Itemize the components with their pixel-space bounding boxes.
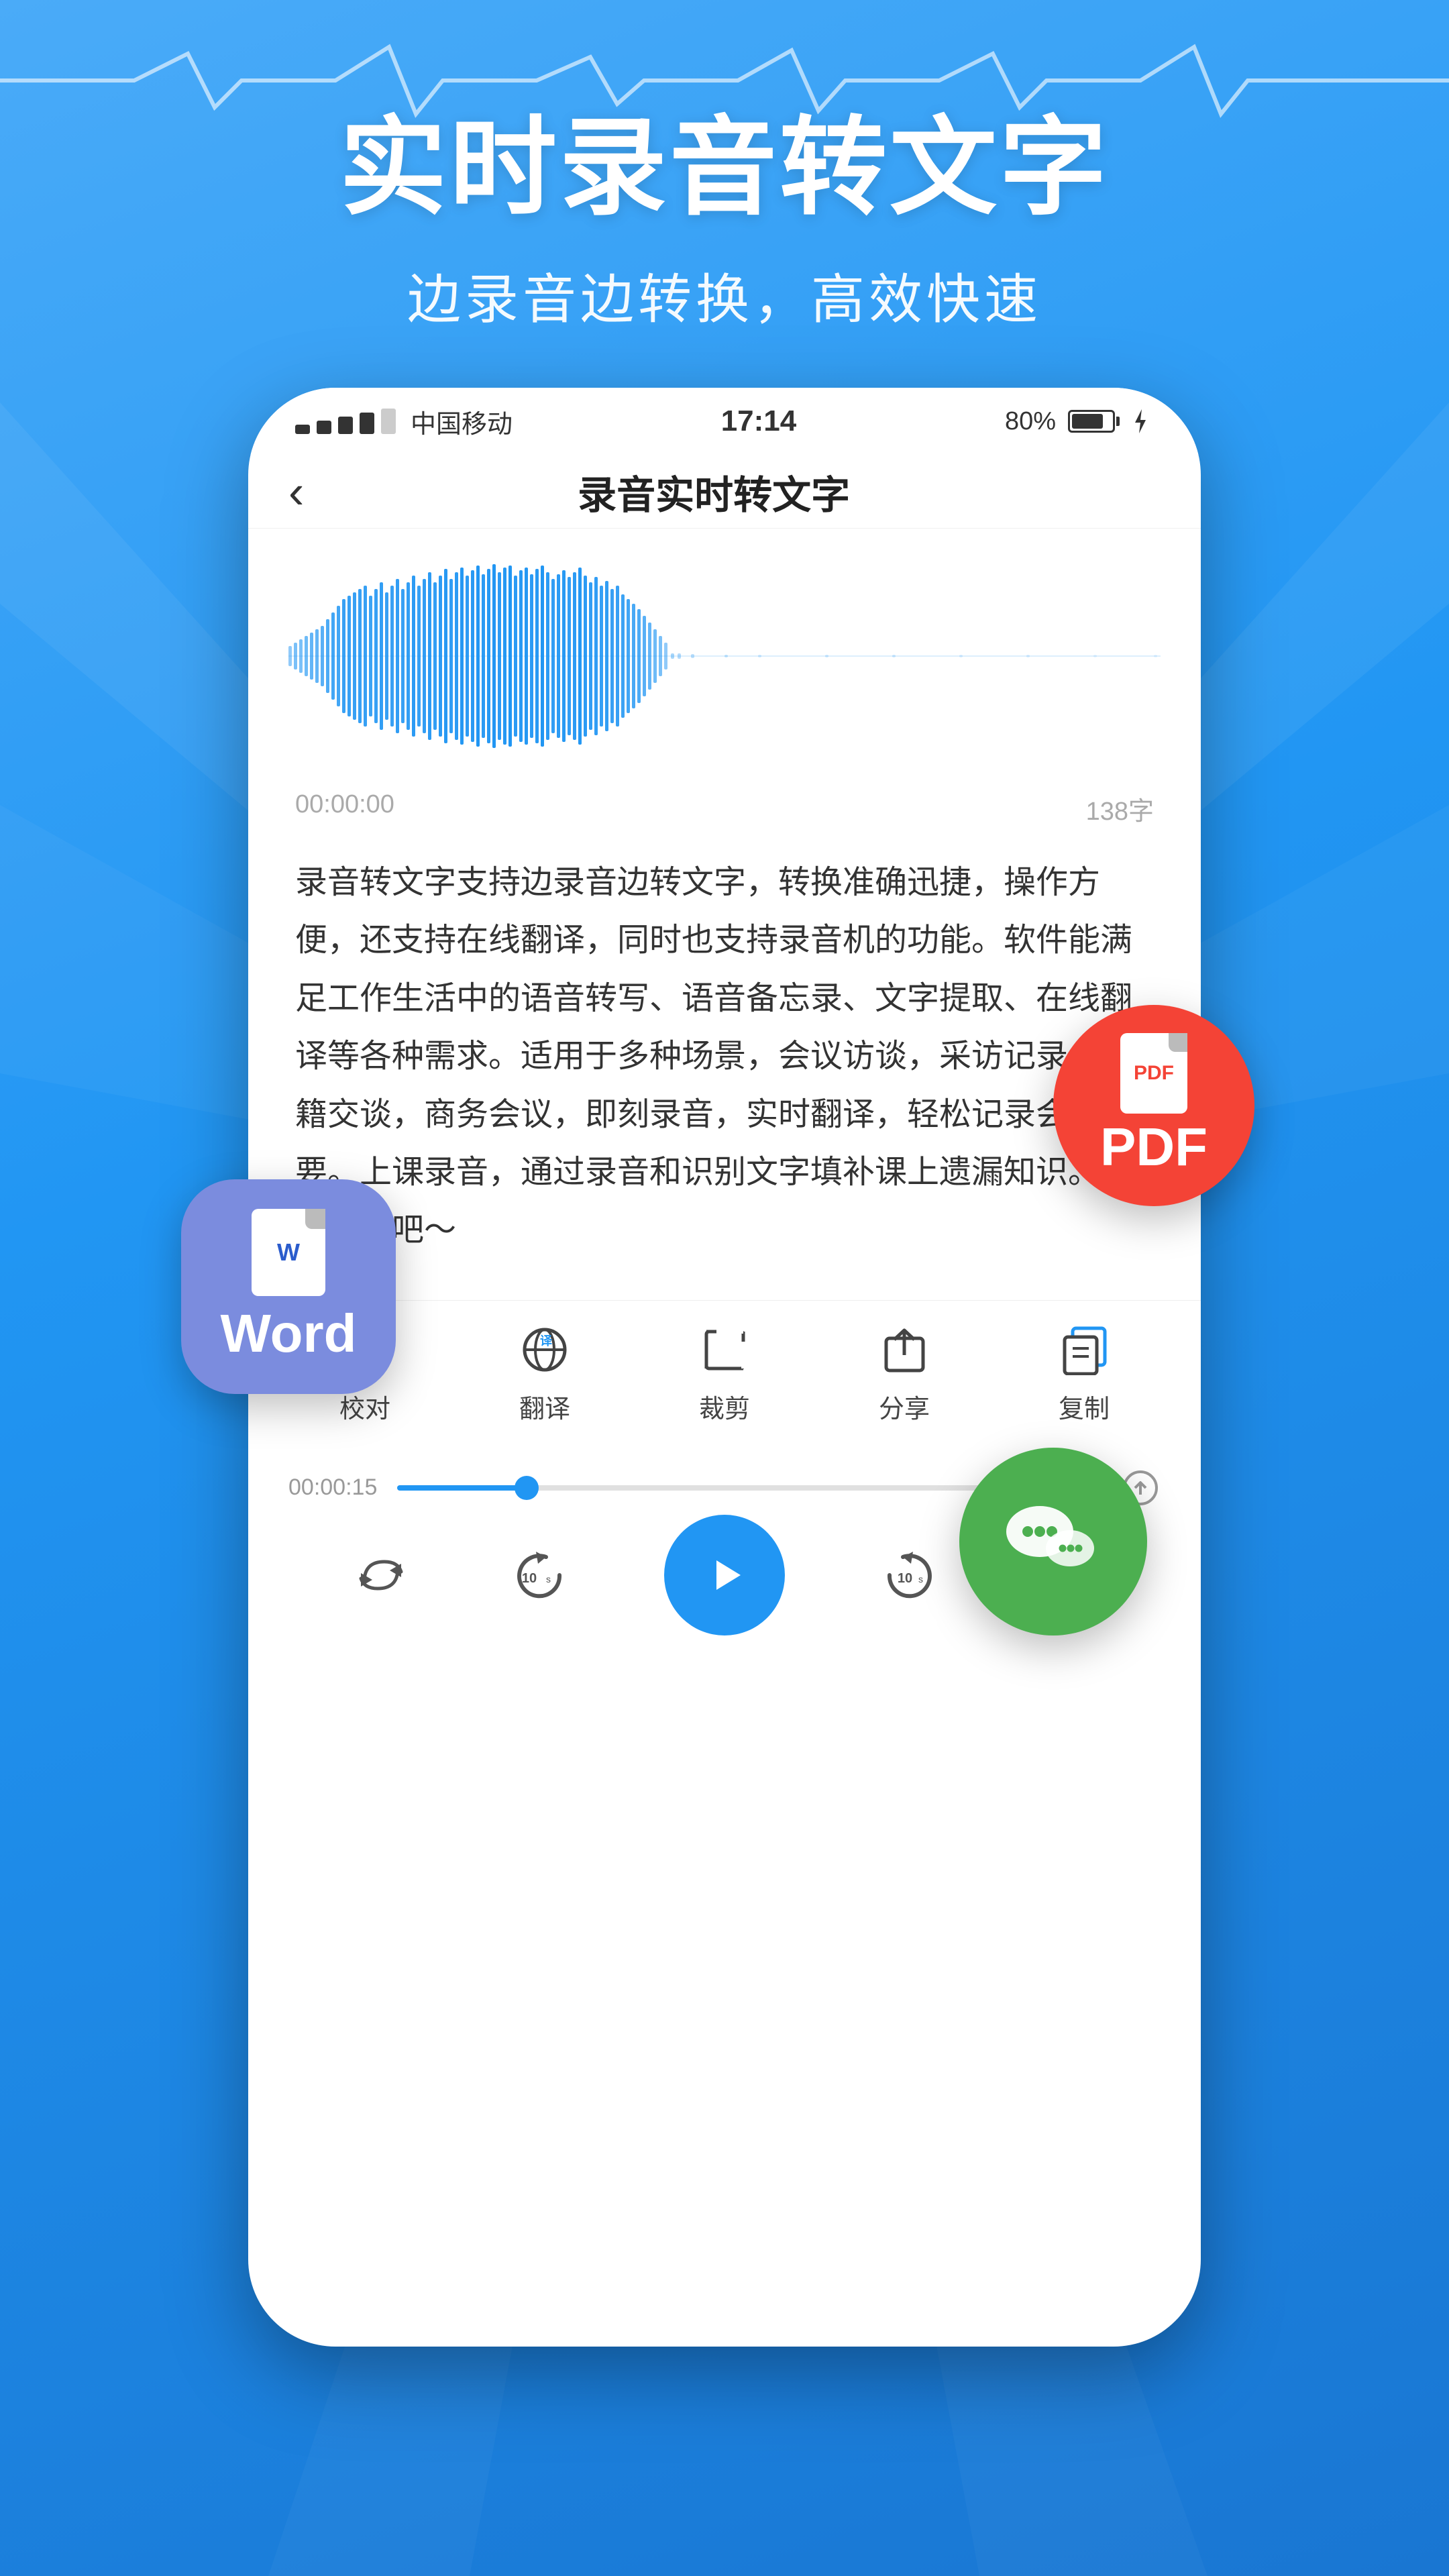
progress-thumb[interactable]: [515, 1476, 539, 1500]
svg-text:10: 10: [522, 1571, 537, 1586]
translate-label: 翻译: [519, 1388, 570, 1425]
char-count: 138字: [1086, 790, 1154, 827]
back-button[interactable]: ‹: [288, 465, 304, 519]
progress-current-time: 00:00:15: [288, 1474, 377, 1501]
translate-icon: 译: [518, 1324, 572, 1377]
word-doc-icon: W: [252, 1209, 325, 1296]
word-doc-text: W: [277, 1238, 300, 1267]
crop-icon: [698, 1324, 751, 1377]
svg-text:s: s: [918, 1574, 923, 1585]
pdf-doc-icon: PDF: [1120, 1033, 1187, 1114]
recording-time: 00:00:00: [295, 790, 394, 827]
pdf-doc-text: PDF: [1134, 1062, 1174, 1085]
toolbar-share[interactable]: 分享: [877, 1324, 931, 1425]
phone-mockup: W Word PDF PDF: [248, 388, 1201, 2347]
floating-pdf-icon[interactable]: PDF PDF: [1053, 1005, 1254, 1206]
copy-label: 复制: [1059, 1388, 1110, 1425]
nav-title: 录音实时转文字: [304, 464, 1124, 520]
waveform-area: // This won't execute as inline SVG scri…: [248, 529, 1201, 784]
status-time: 17:14: [721, 405, 797, 438]
floating-word-icon[interactable]: W Word: [181, 1179, 396, 1394]
forward-10s-button[interactable]: 10 s: [876, 1542, 943, 1609]
nav-bar: ‹ 录音实时转文字: [248, 455, 1201, 529]
lightning-icon: [1127, 408, 1154, 435]
play-button[interactable]: [664, 1515, 785, 1635]
status-bar: 中国移动 17:14 80%: [248, 388, 1201, 455]
share-label: 分享: [879, 1388, 930, 1425]
page-title: 实时录音转文字: [339, 80, 1110, 236]
rewind-10s-button[interactable]: 10 s: [506, 1542, 573, 1609]
progress-track[interactable]: [397, 1485, 986, 1491]
status-right: 80%: [1005, 407, 1154, 436]
status-left: 中国移动: [295, 403, 513, 440]
svg-text:s: s: [546, 1574, 551, 1585]
battery-icon: [1068, 410, 1115, 433]
toolbar-translate[interactable]: 译 翻译: [518, 1324, 572, 1425]
carrier-label: 中国移动: [411, 403, 513, 440]
svg-text:译: 译: [540, 1334, 553, 1348]
signal-icon: [295, 409, 396, 434]
battery-percentage: 80%: [1005, 407, 1056, 436]
share-icon: [877, 1324, 931, 1377]
floating-wechat-icon[interactable]: [959, 1448, 1147, 1635]
time-count-row: 00:00:00 138字: [248, 790, 1201, 827]
toolbar-crop[interactable]: 裁剪: [698, 1324, 751, 1425]
copy-icon: [1057, 1324, 1111, 1377]
page-subtitle: 边录音边转换，高效快速: [407, 256, 1042, 334]
pdf-label: PDF: [1100, 1116, 1208, 1178]
background: 实时录音转文字 边录音边转换，高效快速 W Word PDF PDF: [0, 0, 1449, 2576]
battery-fill: [1072, 414, 1103, 429]
progress-fill: [397, 1485, 527, 1491]
loop-speed-button[interactable]: [347, 1542, 415, 1609]
phone-screen: 中国移动 17:14 80% ‹ 录音实时转文字: [248, 388, 1201, 2347]
word-label: Word: [221, 1303, 357, 1364]
toolbar-copy[interactable]: 复制: [1057, 1324, 1111, 1425]
waveform-svg: // This won't execute as inline SVG scri…: [288, 562, 1161, 750]
svg-text:10: 10: [898, 1571, 912, 1586]
crop-label: 裁剪: [699, 1388, 750, 1425]
